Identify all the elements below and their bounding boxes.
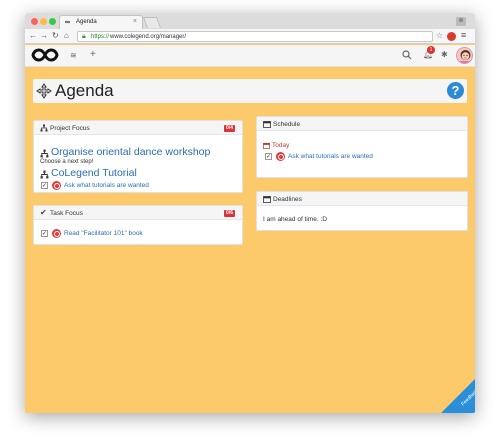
task-checkbox[interactable]: ✓ [41,230,48,237]
forward-icon[interactable]: → [40,31,48,40]
task-checkbox[interactable]: ✓ [265,153,272,160]
calendar-icon [263,142,270,149]
panel-title: Deadlines [273,196,302,203]
priority-target-icon [52,229,61,238]
address-bar: ← → ↻ ⌂ 🔒︎ https:// www.colegend.org/man… [25,29,475,44]
focus-count-badge: 0/4 [224,125,235,132]
avatar[interactable] [456,47,473,64]
panel-header: Schedule [257,117,467,131]
panel-header: Deadlines [257,192,467,206]
add-icon[interactable]: + [90,49,96,60]
app-navbar: ≋ + 🔔︎ 1 ✱ [25,45,475,67]
panel-header: Project Focus 0/4 [34,121,242,135]
search-icon[interactable] [402,50,412,60]
back-icon[interactable]: ← [29,31,37,40]
project-link[interactable]: Organise oriental dance workshop [51,146,210,158]
move-icon [36,83,52,99]
today-label: Today [272,142,290,149]
task-link[interactable]: Ask what tutorials are wanted [64,182,149,189]
priority-target-icon [276,152,285,161]
close-window-button[interactable] [31,18,38,25]
help-icon[interactable]: ? [447,82,464,99]
notification-badge: 1 [427,46,435,54]
maximize-window-button[interactable] [49,18,56,25]
calendar-icon [263,121,271,128]
chart-icon[interactable]: ≋ [70,51,77,60]
tab-close-icon[interactable]: × [133,18,137,25]
extension-icon[interactable] [447,32,456,41]
priority-target-icon [52,181,61,190]
browser-tab-bar: ∞ Agenda × [25,13,475,29]
page-header: Agenda ? [33,79,467,103]
url-scheme: https:// [91,34,110,40]
panel-title: Schedule [273,121,301,128]
task-link[interactable]: Ask what tutorials are wanted [288,153,373,160]
project-note: Choose a next step! [40,159,94,165]
task-link[interactable]: Read "Facilitator 101" book [64,230,143,237]
bookmark-star-icon[interactable]: ☆ [436,31,443,40]
task-checkbox[interactable]: ✓ [41,182,48,189]
deadlines-panel: Deadlines I am ahead of time. :D [256,191,468,231]
project-focus-panel: Project Focus 0/4 Organise oriental danc… [33,120,243,193]
sitemap-icon [40,170,49,179]
gear-icon[interactable]: ✱ [441,50,448,59]
url-text: www.colegend.org/manager/ [110,34,187,40]
browser-window: ∞ Agenda × ← → ↻ ⌂ 🔒︎ https:// www.coleg… [25,13,475,413]
sitemap-icon [40,149,49,158]
focus-count-badge: 0/6 [224,210,235,217]
calendar-icon [263,196,271,203]
feedback-button[interactable]: Feedback [441,379,475,413]
checkmark-icon: ✔ [40,208,47,217]
panel-title: Task Focus [50,210,83,217]
task-focus-panel: ✔ Task Focus 0/6 ✓ Read "Facilitator 101… [33,205,243,245]
deadlines-message: I am ahead of time. :D [263,216,327,223]
project-link[interactable]: CoLegend Tutorial [51,167,137,179]
colegend-logo-icon[interactable] [31,47,59,63]
panel-title: Project Focus [50,125,90,132]
menu-icon[interactable]: ≡ [461,30,466,40]
reload-icon[interactable]: ↻ [52,31,59,40]
url-input[interactable]: 🔒︎ https:// www.colegend.org/manager/ [77,31,433,42]
tab-favicon-icon: ∞ [65,19,70,26]
home-icon[interactable]: ⌂ [64,31,69,40]
lock-icon: 🔒︎ [82,33,86,40]
minimize-window-button[interactable] [40,18,47,25]
new-tab-button[interactable] [142,17,162,28]
panel-header: ✔ Task Focus 0/6 [34,206,242,220]
page-title: Agenda [55,81,114,100]
browser-tab[interactable]: ∞ Agenda × [59,15,143,29]
schedule-panel: Schedule Today ✓ Ask what tutorials are … [256,116,468,178]
tab-title: Agenda [76,19,97,25]
browser-profile-icon[interactable] [455,15,467,27]
sitemap-icon [40,124,48,132]
